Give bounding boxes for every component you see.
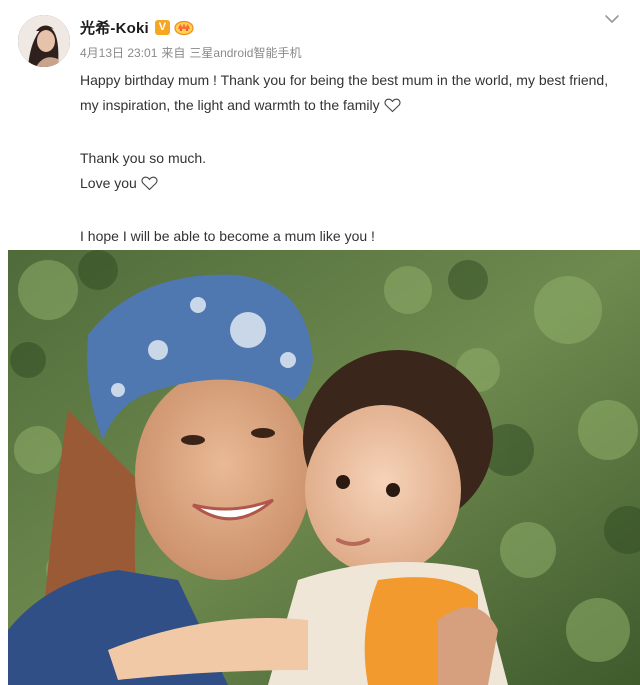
text-love: Love you — [80, 175, 137, 191]
text-thanks: Thank you so much. — [80, 150, 207, 166]
post-text: Happy birthday mum ! Thank you for being… — [80, 68, 620, 249]
avatar-portrait-icon — [18, 15, 70, 67]
text-birthday: Happy birthday mum ! Thank you for being… — [80, 72, 609, 113]
source-prefix: 来自 — [161, 46, 186, 60]
post-source[interactable]: 三星android智能手机 — [189, 46, 301, 60]
vip-crown-icon[interactable] — [174, 19, 194, 36]
post-meta: 4月13日 23:01 来自 三星android智能手机 — [80, 44, 305, 61]
text-line-hope: I hope I will be able to become a mum li… — [80, 224, 620, 249]
post-photo[interactable] — [8, 250, 640, 685]
username[interactable]: 光希-Koki — [80, 17, 149, 38]
heart-outline-icon — [384, 96, 401, 121]
heart-outline-icon — [141, 174, 158, 199]
weibo-post: 光希-Koki V 4月13日 23:01 来自 三星android智能手机 Hap… — [0, 0, 640, 685]
text-line-thanks: Thank you so much. — [80, 146, 620, 171]
avatar[interactable] — [18, 15, 70, 67]
chevron-down-icon[interactable] — [604, 12, 620, 24]
text-hope: I hope I will be able to become a mum li… — [80, 228, 375, 244]
text-line-love: Love you — [80, 171, 620, 199]
verified-badge[interactable]: V — [154, 19, 170, 35]
text-line-birthday: Happy birthday mum ! Thank you for being… — [80, 68, 620, 121]
post-header: 光希-Koki V — [80, 16, 194, 38]
post-timestamp[interactable]: 4月13日 23:01 — [80, 46, 157, 60]
